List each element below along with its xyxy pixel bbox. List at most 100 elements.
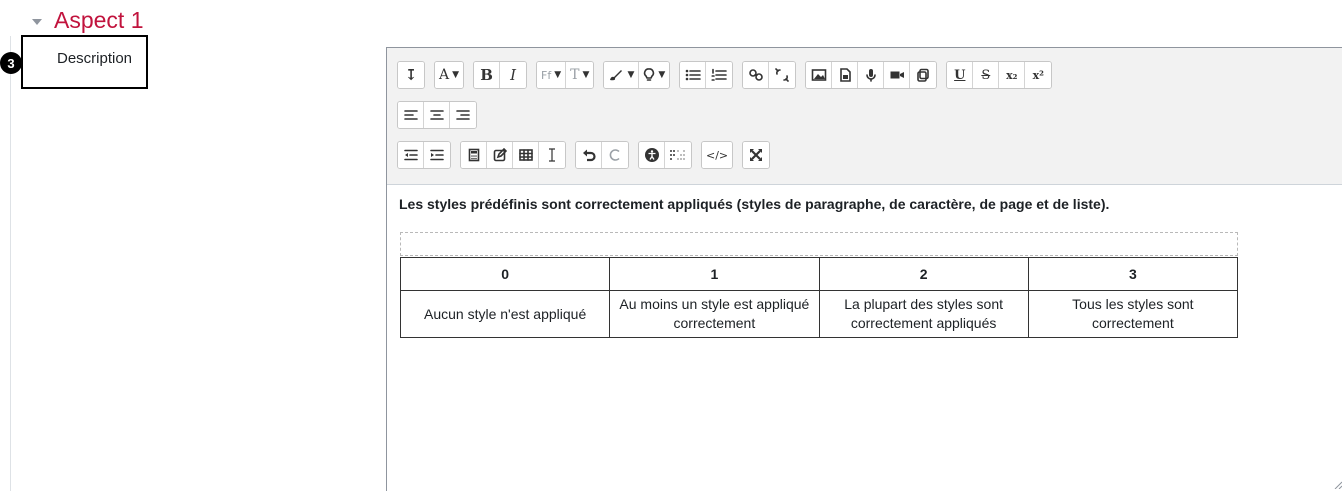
ordered-list-button[interactable] — [706, 62, 733, 88]
toolbar-row-2 — [397, 101, 486, 129]
underline-icon: U — [954, 67, 966, 83]
media-file-icon — [838, 68, 852, 82]
toolbar-group — [397, 141, 451, 169]
html-source-button[interactable]: </> — [702, 142, 733, 168]
media-button[interactable] — [832, 62, 859, 88]
align-center-icon — [429, 109, 444, 121]
accessibility-checker-button[interactable] — [639, 142, 665, 168]
highlight-button[interactable]: ▼ — [604, 62, 640, 88]
font-size-button[interactable]: T ▼ — [566, 62, 594, 88]
record-audio-button[interactable] — [858, 62, 885, 88]
screenreader-helper-button[interactable] — [665, 142, 691, 168]
record-video-button[interactable] — [884, 62, 911, 88]
edit-html-button[interactable] — [487, 142, 513, 168]
styles-button[interactable]: ▼ — [639, 62, 670, 88]
toolbar-group — [742, 61, 797, 89]
table-button[interactable] — [513, 142, 539, 168]
toolbar-group: </> — [701, 141, 734, 169]
italic-button[interactable]: I — [500, 62, 527, 88]
lightbulb-icon — [643, 68, 655, 82]
font-family-button[interactable]: Ff ▼ — [537, 62, 567, 88]
table-cell[interactable]: Tous les styles sont correctement — [1027, 290, 1239, 338]
font-family-icon: Ff — [541, 68, 552, 82]
unordered-list-button[interactable] — [680, 62, 707, 88]
dropdown-caret-icon: ▼ — [658, 70, 666, 80]
table-header-cell[interactable]: 2 — [818, 257, 1029, 291]
image-icon — [811, 68, 827, 82]
table-row: Aucun style n'est appliqué Au moins un s… — [399, 290, 1239, 338]
numbered-list-icon — [711, 68, 728, 82]
table-header-cell[interactable]: 1 — [609, 257, 820, 291]
align-left-button[interactable] — [398, 102, 424, 128]
table-cell[interactable]: Au moins un style est appliqué correctem… — [609, 290, 820, 338]
indent-button[interactable] — [424, 142, 450, 168]
font-color-button[interactable]: A ▼ — [435, 62, 464, 88]
editor-content-area[interactable]: Les styles prédéfinis sont correctement … — [387, 185, 1342, 338]
align-center-button[interactable] — [424, 102, 450, 128]
step-badge: 3 — [0, 52, 22, 74]
bold-button[interactable]: B — [474, 62, 501, 88]
special-character-button[interactable] — [539, 142, 565, 168]
resize-grip-icon[interactable] — [1334, 481, 1342, 489]
link-button[interactable] — [743, 62, 770, 88]
toolbar-group: ▼ ▼ — [603, 61, 671, 89]
calculator-icon — [468, 148, 480, 162]
rubric-table[interactable]: 0 1 2 3 Aucun style n'est appliqué Au mo… — [399, 257, 1239, 338]
empty-paragraph-block[interactable] — [400, 232, 1238, 256]
toolbar-group: Ff ▼ T ▼ — [536, 61, 595, 89]
microphone-icon — [865, 68, 877, 82]
outdent-icon — [403, 149, 418, 161]
subscript-button[interactable]: x₂ — [999, 62, 1026, 88]
redo-button[interactable] — [602, 142, 628, 168]
undo-icon — [582, 148, 596, 162]
toolbar-group — [638, 141, 692, 169]
toolbar-group — [575, 141, 629, 169]
align-left-icon — [403, 109, 418, 121]
fullscreen-icon — [749, 148, 763, 162]
show-more-buttons-button[interactable]: ↧ — [398, 62, 424, 88]
toolbar-row-1: ↧ A ▼ B I Ff ▼ T ▼ ▼ ▼ U Sx₂ x² — [397, 61, 1061, 89]
toolbar-group: U Sx₂ x² — [946, 61, 1053, 89]
subscript-icon: x₂ — [1006, 68, 1018, 82]
braille-icon — [669, 149, 687, 161]
toolbar-group — [805, 61, 938, 89]
table-header-cell[interactable]: 3 — [1027, 257, 1239, 291]
dropdown-caret-icon: ▼ — [582, 70, 590, 80]
align-right-button[interactable] — [450, 102, 476, 128]
dropdown-caret-icon: ▼ — [554, 70, 562, 80]
undo-button[interactable] — [576, 142, 602, 168]
video-camera-icon — [889, 68, 905, 82]
dropdown-caret-icon: ▼ — [627, 70, 635, 80]
brush-icon — [608, 68, 624, 82]
toolbar-group: ↧ — [397, 61, 425, 89]
strikethrough-button[interactable]: S — [973, 62, 1000, 88]
toolbar-group: BI — [473, 61, 528, 89]
unlink-button[interactable] — [769, 62, 796, 88]
image-button[interactable] — [806, 62, 833, 88]
table-header-cell[interactable]: 0 — [399, 257, 611, 291]
table-header-row: 0 1 2 3 — [399, 257, 1239, 291]
content-paragraph[interactable]: Les styles prédéfinis sont correctement … — [399, 196, 1333, 212]
superscript-button[interactable]: x² — [1025, 62, 1052, 88]
bullet-list-icon — [685, 68, 701, 82]
outdent-button[interactable] — [398, 142, 424, 168]
underline-button[interactable]: U — [947, 62, 974, 88]
description-label-box: Description — [21, 35, 148, 89]
link-icon — [748, 68, 764, 82]
indent-icon — [430, 149, 444, 161]
section-header[interactable]: Aspect 1 — [32, 6, 144, 34]
equation-button[interactable] — [461, 142, 487, 168]
table-cell[interactable]: Aucun style n'est appliqué — [399, 290, 611, 338]
collapse-caret-icon[interactable] — [32, 19, 42, 25]
manage-files-button[interactable] — [910, 62, 937, 88]
section-title[interactable]: Aspect 1 — [54, 7, 144, 34]
page: Aspect 1 3 Description ↧ A ▼ B I Ff ▼ T ▼ ▼ ▼ U Sx₂ x… — [0, 0, 1342, 491]
font-size-icon: T — [570, 67, 580, 83]
redo-icon — [608, 148, 622, 162]
fullscreen-button[interactable] — [743, 142, 770, 168]
rich-text-editor[interactable]: ↧ A ▼ B I Ff ▼ T ▼ ▼ ▼ U Sx₂ x² </> Les styles prédéf… — [386, 47, 1342, 491]
strikethrough-icon: S — [981, 67, 991, 83]
show-more-icon: ↧ — [404, 66, 418, 84]
table-cell[interactable]: La plupart des styles sont correctement … — [818, 290, 1029, 338]
font-color-icon: A — [439, 67, 450, 83]
